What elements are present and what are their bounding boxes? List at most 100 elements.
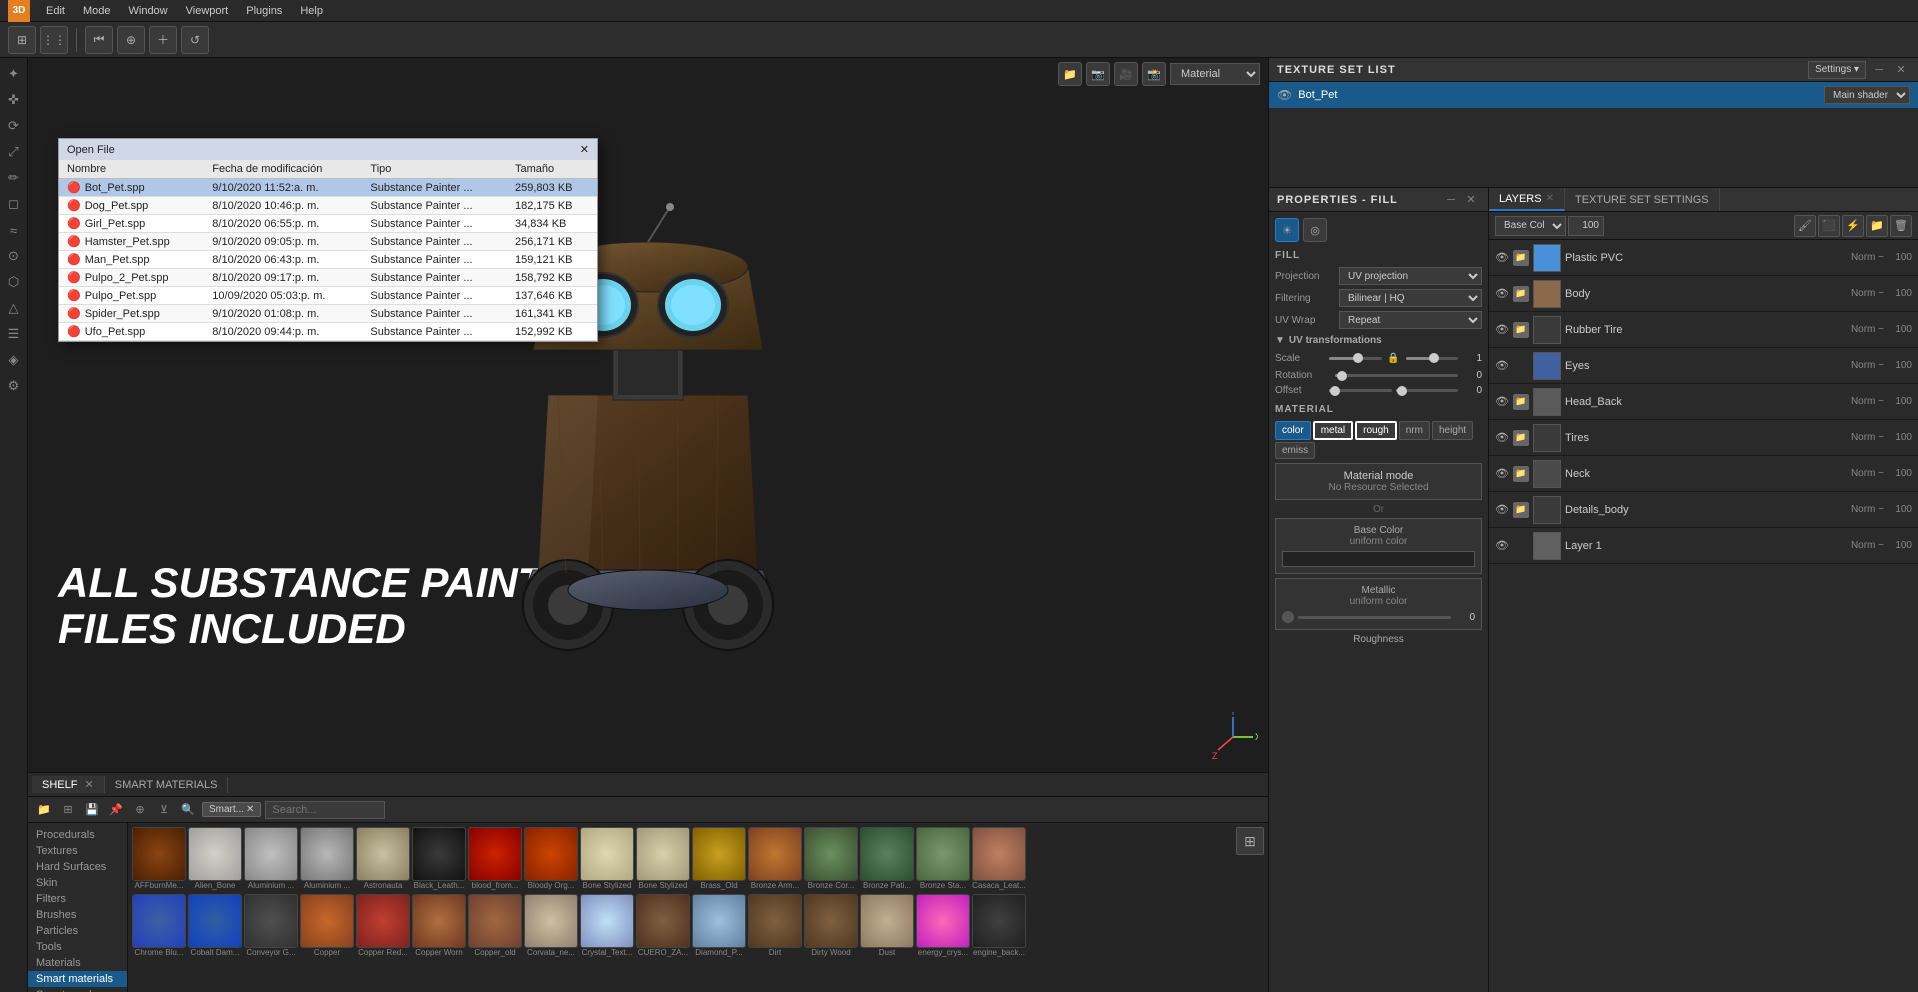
prop-panel-close[interactable]: ✕ (1462, 191, 1480, 209)
layer-eye-icon[interactable]: 👁 (1495, 431, 1509, 444)
col-name[interactable]: Nombre (59, 160, 204, 179)
scale-slider-2[interactable] (1406, 357, 1459, 360)
mat-btn-emiss[interactable]: emiss (1275, 442, 1315, 459)
shelf-item[interactable]: blood_from... (468, 827, 522, 890)
layer-eye-icon[interactable]: 👁 (1495, 287, 1509, 300)
blend-mode-dropdown[interactable]: Base Col Norm Multiply (1495, 216, 1566, 236)
texture-set-close[interactable]: ✕ (1892, 61, 1910, 79)
shelf-item[interactable]: Casaca_Leat... (972, 827, 1026, 890)
shelf-item[interactable]: Diamond_P... (692, 894, 746, 957)
layer-eye-icon[interactable]: 👁 (1495, 323, 1509, 336)
file-row[interactable]: 🔴Man_Pet.spp 8/10/2020 06:43:p. m. Subst… (59, 251, 597, 269)
file-dialog-close[interactable]: ✕ (580, 143, 589, 156)
add-effect-btn[interactable]: ⚡ (1842, 215, 1864, 237)
shelf-item[interactable]: Conveyor G... (244, 894, 298, 957)
ts-shader-dropdown[interactable]: Main shader (1824, 86, 1910, 104)
ts-eye-icon[interactable]: 👁 (1277, 88, 1292, 102)
sidebar-erase-icon[interactable]: ◻ (2, 192, 26, 216)
shelf-item[interactable]: Bronze Arm... (748, 827, 802, 890)
grid-button[interactable]: ⊞ (8, 26, 36, 54)
shelf-view-toggle[interactable]: ⊞ (1236, 827, 1264, 855)
skip-back-button[interactable]: ⏮ (85, 26, 113, 54)
shelf-item[interactable]: Bronze Pati... (860, 827, 914, 890)
mat-btn-metal[interactable]: metal (1313, 421, 1353, 440)
shelf-cat-textures[interactable]: Textures (28, 843, 127, 859)
sidebar-scale-icon[interactable]: ⤢ (2, 140, 26, 164)
file-row[interactable]: 🔴Bot_Pet.spp 9/10/2020 11:52:a. m. Subst… (59, 179, 597, 197)
shelf-filter-tag[interactable]: Smart... ✕ (202, 802, 261, 817)
opacity-input[interactable] (1568, 216, 1604, 236)
layers-tab-texture-settings[interactable]: TEXTURE SET SETTINGS (1565, 188, 1720, 211)
shelf-item[interactable]: Dirty Wood (804, 894, 858, 957)
layer-item[interactable]: 👁 📁 Body Norm ~ 100 (1489, 276, 1918, 312)
mat-btn-nrm[interactable]: nrm (1399, 421, 1430, 440)
sidebar-mat-icon[interactable]: ◈ (2, 348, 26, 372)
camera-icon-btn[interactable]: 📷 (1086, 62, 1110, 86)
refresh-button[interactable]: ↺ (181, 26, 209, 54)
shelf-item[interactable]: engine_back... (972, 894, 1026, 957)
shelf-item[interactable]: Bronze Cor... (804, 827, 858, 890)
sidebar-layers-icon[interactable]: ☰ (2, 322, 26, 346)
shelf-cat-smart-masks[interactable]: Smart masks (28, 987, 127, 992)
uv-transform-header[interactable]: ▼ UV transformations (1275, 335, 1482, 346)
sidebar-move-icon[interactable]: ✜ (2, 88, 26, 112)
shelf-grid-btn[interactable]: ⊞ (58, 800, 78, 820)
layer-eye-icon[interactable]: 👁 (1495, 503, 1509, 516)
offset-slider-1[interactable] (1329, 389, 1392, 392)
file-row[interactable]: 🔴Pulpo_Pet.spp 10/09/2020 05:03:p. m. Su… (59, 287, 597, 305)
texture-set-item[interactable]: 👁 Bot_Pet Main shader (1269, 82, 1918, 108)
col-size[interactable]: Tamaño (507, 160, 597, 179)
shelf-item[interactable]: CUERO_ZA... (636, 894, 690, 957)
prop-icon-circle[interactable]: ◎ (1303, 218, 1327, 242)
menu-help[interactable]: Help (292, 3, 331, 19)
menu-mode[interactable]: Mode (75, 3, 119, 19)
shelf-item[interactable]: Copper_old (468, 894, 522, 957)
menu-window[interactable]: Window (121, 3, 176, 19)
layer-eye-icon[interactable]: 👁 (1495, 251, 1509, 264)
shelf-item[interactable]: Crystal_Text... (580, 894, 634, 957)
file-row[interactable]: 🔴Ufo_Pet.spp 8/10/2020 09:44:p. m. Subst… (59, 323, 597, 341)
prop-panel-minimize[interactable]: ─ (1442, 191, 1460, 209)
prop-icon-sun[interactable]: ☀ (1275, 218, 1299, 242)
add-fill-layer-btn[interactable]: ⬛ (1818, 215, 1840, 237)
layer-eye-icon[interactable]: 👁 (1495, 539, 1509, 552)
shelf-cat-filters[interactable]: Filters (28, 891, 127, 907)
layer-item[interactable]: 👁 📁 Plastic PVC Norm ~ 100 (1489, 240, 1918, 276)
film-icon-btn[interactable]: 🎥 (1114, 62, 1138, 86)
shelf-item[interactable]: Copper Worn (412, 894, 466, 957)
sidebar-paint-icon[interactable]: ✏ (2, 166, 26, 190)
color-swatch[interactable] (1282, 551, 1475, 567)
shelf-cat-particles[interactable]: Particles (28, 923, 127, 939)
layer-eye-icon[interactable]: 👁 (1495, 395, 1509, 408)
layer-item[interactable]: 👁 Eyes Norm ~ 100 (1489, 348, 1918, 384)
rotation-slider[interactable] (1335, 374, 1458, 377)
shelf-item[interactable]: Bloody Org... (524, 827, 578, 890)
adjust-button[interactable]: ⊕ (117, 26, 145, 54)
shelf-item[interactable]: Brass_Old (692, 827, 746, 890)
menu-edit[interactable]: Edit (38, 3, 73, 19)
shelf-pin-btn[interactable]: 📌 (106, 800, 126, 820)
shelf-item[interactable]: Corvata_ne... (524, 894, 578, 957)
layer-item[interactable]: 👁 📁 Details_body Norm ~ 100 (1489, 492, 1918, 528)
shelf-item[interactable]: Dust (860, 894, 914, 957)
shelf-cat-skin[interactable]: Skin (28, 875, 127, 891)
shelf-import-btn[interactable]: ⊕ (130, 800, 150, 820)
mat-btn-height[interactable]: height (1432, 421, 1473, 440)
shelf-cat-smart-materials[interactable]: Smart materials (28, 971, 127, 987)
sidebar-clone-icon[interactable]: ⊙ (2, 244, 26, 268)
viewport[interactable]: 📁 📷 🎥 📸 Material Base Color Roughness Me… (28, 58, 1268, 772)
shelf-item[interactable]: Aluminium ... (300, 827, 354, 890)
uvwrap-dropdown[interactable]: Repeat Mirror Clamp (1339, 311, 1482, 329)
sidebar-settings-icon[interactable]: ⚙ (2, 374, 26, 398)
shelf-item[interactable]: Bone Stylized (636, 827, 690, 890)
sidebar-rotate-icon[interactable]: ⟳ (2, 114, 26, 138)
layer-item[interactable]: 👁 📁 Head_Back Norm ~ 100 (1489, 384, 1918, 420)
filter-dropdown[interactable]: Bilinear | HQ Nearest Bilinear (1339, 289, 1482, 307)
add-group-btn[interactable]: 📁 (1866, 215, 1888, 237)
layer-item[interactable]: 👁 📁 Neck Norm ~ 100 (1489, 456, 1918, 492)
metallic-slider[interactable] (1298, 616, 1451, 619)
shelf-item[interactable]: Bone Stylized (580, 827, 634, 890)
file-row[interactable]: 🔴Dog_Pet.spp 8/10/2020 10:46:p. m. Subst… (59, 197, 597, 215)
photo-icon-btn[interactable]: 📸 (1142, 62, 1166, 86)
sidebar-smudge-icon[interactable]: ≈ (2, 218, 26, 242)
